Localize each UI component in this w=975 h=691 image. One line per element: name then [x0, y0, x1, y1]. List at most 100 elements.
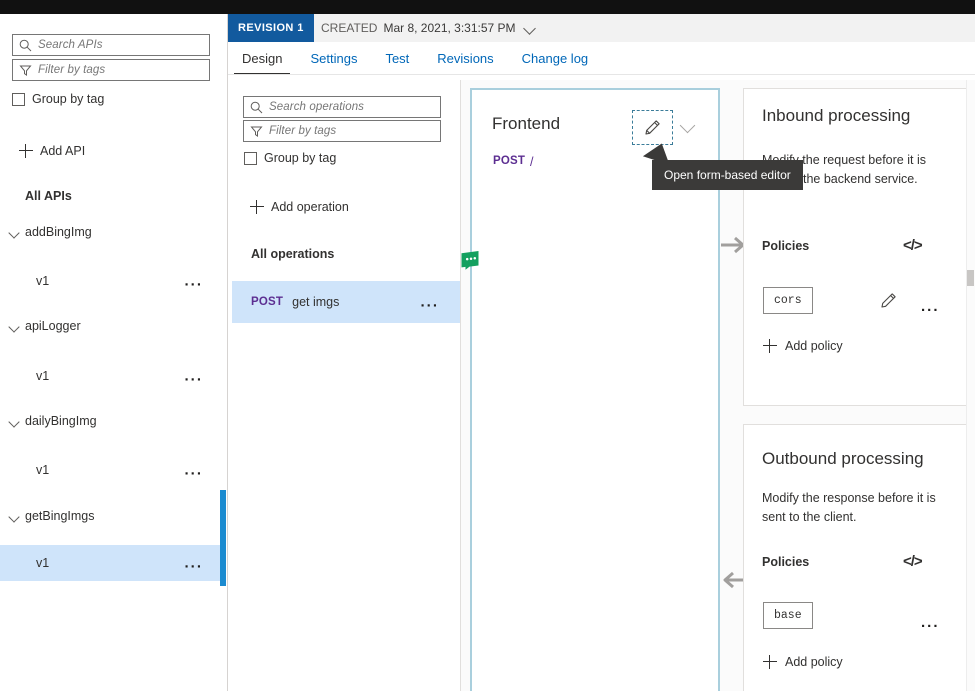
- all-apis-item[interactable]: All APIs: [25, 189, 72, 203]
- outbound-policy-more-button[interactable]: ...: [921, 615, 940, 630]
- outbound-code-editor-icon[interactable]: </>: [903, 553, 923, 570]
- filter-icon: [19, 64, 32, 77]
- api-group-addBingImg[interactable]: addBingImg: [8, 218, 220, 246]
- api-group-label: apiLogger: [25, 319, 81, 333]
- api-group-label: addBingImg: [25, 225, 92, 239]
- tab-revisions[interactable]: Revisions: [423, 42, 507, 75]
- outbound-description: Modify the response before it is sent to…: [762, 491, 936, 524]
- filter-icon: [250, 125, 263, 138]
- chevron-down-icon: [8, 226, 20, 238]
- search-apis-input[interactable]: Search APIs: [12, 34, 210, 56]
- revision-created-info[interactable]: CREATED Mar 8, 2021, 3:31:57 PM: [321, 14, 538, 42]
- sidebar-scrollbar-track[interactable]: [220, 14, 227, 691]
- add-operation-label: Add operation: [271, 200, 349, 214]
- outbound-title: Outbound processing: [762, 449, 924, 468]
- tab-settings[interactable]: Settings: [296, 42, 371, 75]
- operations-filter-placeholder: Filter by tags: [269, 125, 337, 137]
- operations-filter-by-tags-input[interactable]: Filter by tags: [243, 120, 441, 142]
- api-group-getBingImgs[interactable]: getBingImgs: [8, 502, 220, 530]
- plus-icon: [250, 200, 264, 214]
- frontend-path: /: [530, 155, 534, 169]
- chevron-down-icon: [8, 415, 20, 427]
- checkbox-box: [12, 92, 25, 106]
- apis-sidebar: Search APIs Filter by tags Group by tag …: [0, 14, 221, 691]
- api-group-apiLogger[interactable]: apiLogger: [8, 312, 220, 340]
- revision-created-label: CREATED: [321, 21, 378, 35]
- open-form-based-editor-tooltip: Open form-based editor: [652, 160, 803, 190]
- api-version-apiLogger-v1[interactable]: v1 ...: [0, 358, 221, 394]
- group-by-tag-label-apis: Group by tag: [32, 92, 105, 106]
- operations-panel: Search operations Filter by tags Group b…: [232, 80, 462, 691]
- chevron-down-icon[interactable]: [522, 20, 538, 36]
- tab-change-log[interactable]: Change log: [508, 42, 603, 75]
- outbound-policies-label: Policies: [762, 555, 810, 569]
- api-version-label: v1: [36, 274, 50, 288]
- group-by-tag-checkbox-apis[interactable]: Group by tag: [12, 92, 104, 106]
- inbound-policy-chip-cors[interactable]: cors: [763, 287, 813, 314]
- filter-by-tags-input[interactable]: Filter by tags: [12, 59, 210, 81]
- frontend-method: POST: [493, 155, 526, 167]
- checkbox-box: [244, 151, 257, 165]
- api-group-label: dailyBingImg: [25, 414, 97, 428]
- api-version-addBingImg-v1[interactable]: v1 ...: [0, 263, 221, 299]
- inbound-title: Inbound processing: [762, 106, 911, 125]
- canvas-scrollbar-track[interactable]: [966, 80, 975, 691]
- chevron-down-icon: [8, 320, 20, 332]
- search-icon: [250, 101, 263, 114]
- api-group-label: getBingImgs: [25, 509, 95, 523]
- inbound-code-editor-icon[interactable]: </>: [903, 237, 923, 254]
- group-by-tag-checkbox-operations[interactable]: Group by tag: [244, 151, 336, 165]
- operation-row-get-imgs[interactable]: POST get imgs ...: [232, 281, 461, 323]
- search-apis-placeholder: Search APIs: [38, 39, 103, 51]
- filter-by-tags-placeholder: Filter by tags: [38, 64, 106, 76]
- revision-badge: REVISION 1: [228, 14, 314, 42]
- api-version-more-button[interactable]: ...: [184, 274, 203, 289]
- api-version-more-button[interactable]: ...: [184, 463, 203, 478]
- api-management-design-page: Search APIs Filter by tags Group by tag …: [0, 0, 975, 691]
- api-version-more-button[interactable]: ...: [184, 369, 203, 384]
- canvas-scrollbar-thumb[interactable]: [967, 270, 974, 286]
- tabs-underline: [228, 74, 975, 75]
- api-version-getBingImgs-v1[interactable]: v1 ...: [0, 545, 221, 581]
- tab-test[interactable]: Test: [371, 42, 423, 75]
- sidebar-divider: [227, 14, 228, 691]
- plus-icon: [763, 655, 777, 669]
- page-tabs: Design Settings Test Revisions Change lo…: [228, 42, 975, 75]
- api-version-label: v1: [36, 463, 50, 477]
- api-version-dailyBingImg-v1[interactable]: v1 ...: [0, 452, 221, 488]
- outbound-add-policy-button[interactable]: Add policy: [763, 655, 843, 669]
- inbound-add-policy-button[interactable]: Add policy: [763, 339, 843, 353]
- tab-design[interactable]: Design: [228, 42, 296, 75]
- add-operation-button[interactable]: Add operation: [250, 200, 349, 214]
- operation-method: POST: [251, 296, 284, 308]
- operation-more-button[interactable]: ...: [420, 295, 439, 310]
- search-icon: [19, 39, 32, 52]
- api-group-dailyBingImg[interactable]: dailyBingImg: [8, 407, 220, 435]
- inbound-add-policy-label: Add policy: [785, 339, 843, 353]
- frontend-title: Frontend: [492, 114, 561, 133]
- chevron-down-icon: [682, 125, 693, 131]
- operation-name: get imgs: [292, 295, 340, 309]
- all-operations-item[interactable]: All operations: [251, 247, 334, 261]
- api-version-label: v1: [36, 369, 50, 383]
- inbound-policy-edit-icon[interactable]: [880, 292, 897, 309]
- revision-created-value: Mar 8, 2021, 3:31:57 PM: [383, 21, 516, 35]
- inbound-policies-label: Policies: [762, 239, 810, 253]
- pencil-icon: [644, 119, 661, 136]
- group-by-tag-label-operations: Group by tag: [264, 151, 337, 165]
- outbound-policy-chip-base[interactable]: base: [763, 602, 813, 629]
- outbound-add-policy-label: Add policy: [785, 655, 843, 669]
- api-version-more-button[interactable]: ...: [184, 556, 203, 571]
- browser-top-bar: [0, 0, 975, 14]
- search-operations-placeholder: Search operations: [269, 101, 365, 113]
- search-operations-input[interactable]: Search operations: [243, 96, 441, 118]
- plus-icon: [19, 144, 33, 158]
- frontend-expand-button[interactable]: [674, 110, 700, 145]
- sidebar-scrollbar-thumb[interactable]: [220, 490, 226, 586]
- api-version-label: v1: [36, 556, 50, 570]
- chevron-down-icon: [8, 510, 20, 522]
- add-api-label: Add API: [40, 144, 86, 158]
- inbound-policy-more-button[interactable]: ...: [921, 299, 940, 314]
- feedback-chat-icon[interactable]: [459, 250, 481, 271]
- add-api-button[interactable]: Add API: [19, 144, 85, 158]
